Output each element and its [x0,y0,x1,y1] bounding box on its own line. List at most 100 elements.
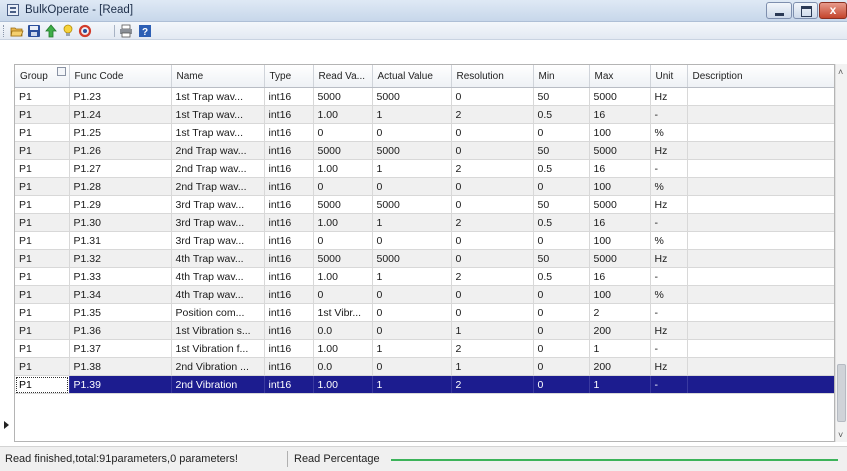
cell-type[interactable]: int16 [264,321,314,340]
cell-group[interactable]: P1 [15,249,70,268]
cell-description[interactable] [687,339,834,358]
cell-min[interactable]: 0.5 [533,267,590,286]
cell-max[interactable]: 100 [589,285,651,304]
table-row[interactable]: P1 P1.26 2nd Trap wav... int16 5000 5000 0 50 50… [15,141,834,160]
table-row[interactable]: P1 P1.23 1st Trap wav... int16 5000 5000 0 50 50… [15,87,834,106]
cell-min[interactable]: 0 [533,375,590,394]
cell-min[interactable]: 50 [533,249,590,268]
cell-unit[interactable]: % [650,285,688,304]
cell-min[interactable]: 0 [533,285,590,304]
cell-description[interactable] [687,267,834,286]
table-row[interactable]: P1 P1.28 2nd Trap wav... int16 0 0 0 0 100% [15,177,834,196]
cell-actual-value[interactable]: 1 [372,159,452,178]
cell-group[interactable]: P1 [15,321,70,340]
cell-unit[interactable]: - [650,267,688,286]
cell-read-value[interactable]: 5000 [313,195,373,214]
table-row[interactable]: P1 P1.38 2nd Vibration ... int16 0.0 0 1 0 200 Hz [15,357,834,376]
cell-resolution[interactable]: 2 [451,159,534,178]
cell-description[interactable] [687,159,834,178]
cell-type[interactable]: int16 [264,87,314,106]
cell-name[interactable]: 1st Trap wav... [171,105,265,124]
cell-resolution[interactable]: 1 [451,357,534,376]
cell-description[interactable] [687,105,834,124]
cell-read-value[interactable]: 0.0 [313,321,373,340]
cell-func-code[interactable]: P1.29 [69,195,172,214]
cell-actual-value[interactable]: 5000 [372,87,452,106]
cell-func-code[interactable]: P1.25 [69,123,172,142]
column-header-read-value[interactable]: Read Va... [313,65,373,88]
cell-type[interactable]: int16 [264,123,314,142]
cell-actual-value[interactable]: 5000 [372,249,452,268]
cell-name[interactable]: 3rd Trap wav... [171,213,265,232]
cell-max[interactable]: 16 [589,159,651,178]
cell-unit[interactable]: Hz [650,141,688,160]
cell-read-value[interactable]: 0 [313,123,373,142]
table-row[interactable]: P1 P1.29 3rd Trap wav... int16 5000 5000 0 50 50… [15,195,834,214]
upload-arrow-icon[interactable] [44,24,58,38]
cell-read-value[interactable]: 1st Vibr... [313,303,373,322]
scroll-down-icon[interactable]: ˅ [838,430,843,440]
cell-description[interactable] [687,285,834,304]
cell-description[interactable] [687,195,834,214]
table-row[interactable]: P1 P1.39 2nd Vibration int16 1.00 1 2 0 1- [15,375,834,394]
cell-resolution[interactable]: 2 [451,339,534,358]
column-header-min[interactable]: Min [533,65,590,88]
cell-max[interactable]: 100 [589,231,651,250]
cell-actual-value[interactable]: 0 [372,285,452,304]
cell-func-code[interactable]: P1.36 [69,321,172,340]
cell-max[interactable]: 5000 [589,195,651,214]
cell-max[interactable]: 1 [589,375,651,394]
cell-group[interactable]: P1 [15,357,70,376]
cell-resolution[interactable]: 2 [451,213,534,232]
cell-actual-value[interactable]: 5000 [372,141,452,160]
table-row[interactable]: P1 P1.36 1st Vibration s... int16 0.0 0 1 0 200 H… [15,321,834,340]
cell-group[interactable]: P1 [15,285,70,304]
cell-description[interactable] [687,249,834,268]
cell-name[interactable]: 2nd Trap wav... [171,141,265,160]
cell-description[interactable] [687,231,834,250]
cell-actual-value[interactable]: 1 [372,339,452,358]
cell-group[interactable]: P1 [15,375,70,394]
cell-group[interactable]: P1 [15,267,70,286]
cell-func-code[interactable]: P1.32 [69,249,172,268]
cell-func-code[interactable]: P1.39 [69,375,172,394]
cell-type[interactable]: int16 [264,375,314,394]
cell-min[interactable]: 50 [533,141,590,160]
cell-unit[interactable]: Hz [650,195,688,214]
cell-func-code[interactable]: P1.26 [69,141,172,160]
cell-actual-value[interactable]: 0 [372,231,452,250]
cell-unit[interactable]: - [650,105,688,124]
cell-max[interactable]: 16 [589,213,651,232]
cell-actual-value[interactable]: 0 [372,321,452,340]
cell-resolution[interactable]: 0 [451,231,534,250]
column-header-func-code[interactable]: Func Code [69,65,172,88]
cell-type[interactable]: int16 [264,141,314,160]
refresh-icon[interactable] [78,24,92,38]
cell-type[interactable]: int16 [264,159,314,178]
cell-name[interactable]: 1st Vibration s... [171,321,265,340]
cell-unit[interactable]: % [650,177,688,196]
cell-min[interactable]: 50 [533,195,590,214]
cell-resolution[interactable]: 2 [451,267,534,286]
cell-actual-value[interactable]: 0 [372,357,452,376]
column-header-group[interactable]: Group [15,65,70,88]
cell-max[interactable]: 5000 [589,141,651,160]
table-row[interactable]: P1 P1.30 3rd Trap wav... int16 1.00 1 2 0.5 16- [15,213,834,232]
cell-resolution[interactable]: 0 [451,303,534,322]
cell-func-code[interactable]: P1.35 [69,303,172,322]
cell-max[interactable]: 2 [589,303,651,322]
cell-type[interactable]: int16 [264,357,314,376]
cell-unit[interactable]: Hz [650,249,688,268]
cell-read-value[interactable]: 1.00 [313,339,373,358]
scroll-up-icon[interactable]: ˄ [838,67,843,77]
cell-name[interactable]: 1st Trap wav... [171,87,265,106]
cell-read-value[interactable]: 5000 [313,87,373,106]
cell-type[interactable]: int16 [264,195,314,214]
cell-description[interactable] [687,141,834,160]
cell-unit[interactable]: - [650,303,688,322]
cell-min[interactable]: 0 [533,123,590,142]
cell-description[interactable] [687,321,834,340]
table-row[interactable]: P1 P1.25 1st Trap wav... int16 0 0 0 0 100% [15,123,834,142]
cell-max[interactable]: 100 [589,177,651,196]
cell-group[interactable]: P1 [15,231,70,250]
